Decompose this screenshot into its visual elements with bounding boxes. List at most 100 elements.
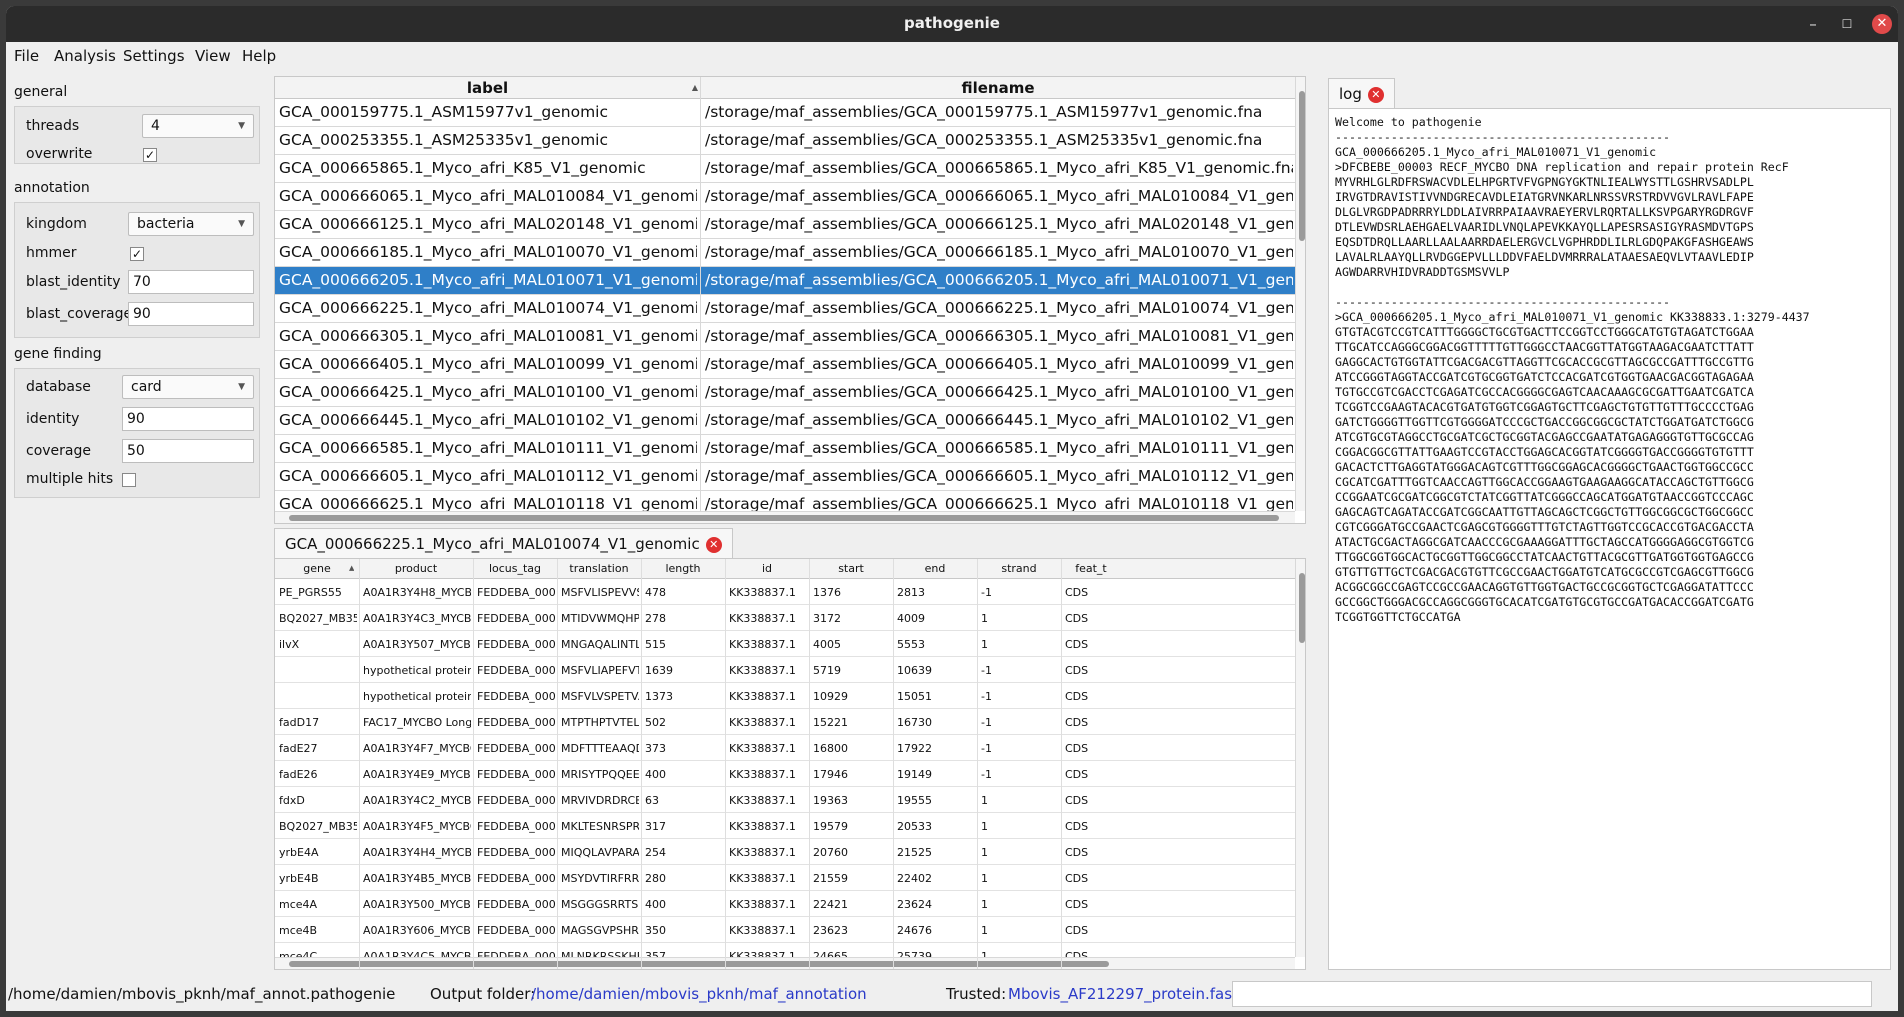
menu-view[interactable]: View — [195, 47, 231, 65]
feature-row[interactable]: mce4A A0A1R3Y500_MYCBO ... FEDDEBA_00013 MS… — [275, 891, 1295, 917]
chevron-down-icon: ▼ — [238, 219, 245, 229]
feature-cell-end: 19149 — [897, 768, 932, 781]
feature-row[interactable]: hypothetical protein FEDDEBA_00004 MSFVLIA… — [275, 657, 1295, 683]
minimize-icon[interactable]: – — [1803, 14, 1823, 34]
feature-cell-translation: MSYDVTIRFRR... — [561, 872, 639, 885]
assembly-filename-cell: /storage/maf_assemblies/GCA_000666185.1_… — [705, 243, 1293, 261]
assembly-row[interactable]: GCA_000665865.1_Myco_afri_K85_V1_genomic… — [275, 155, 1295, 183]
database-select[interactable]: card ▼ — [122, 375, 254, 399]
menu-help[interactable]: Help — [242, 47, 276, 65]
identity-field[interactable]: 90 — [122, 407, 254, 431]
feature-cell-translation: MIQQLAVPARA... — [561, 846, 639, 859]
features-vertical-scrollbar[interactable] — [1295, 559, 1305, 957]
assembly-row[interactable]: GCA_000666185.1_Myco_afri_MAL010070_V1_g… — [275, 239, 1295, 267]
assembly-row[interactable]: GCA_000666585.1_Myco_afri_MAL010111_V1_g… — [275, 435, 1295, 463]
tab-log[interactable]: log ✕ — [1328, 78, 1395, 108]
assemblies-horizontal-scrollbar[interactable] — [275, 511, 1295, 523]
settings-panel: general threads 4 ▼ overwrite ✓ annotati… — [6, 70, 266, 970]
assembly-row[interactable]: GCA_000666445.1_Myco_afri_MAL010102_V1_g… — [275, 407, 1295, 435]
feature-cell-end: 2813 — [897, 586, 925, 599]
menu-analysis[interactable]: Analysis — [54, 47, 116, 65]
feature-row[interactable]: BQ2027_MB354... A0A1R3Y4C3_MYCBO ... FEDDE… — [275, 605, 1295, 631]
status-input[interactable] — [1232, 981, 1872, 1007]
blast-coverage-label: blast_coverage — [26, 306, 133, 322]
feature-cell-feat-t: CDS — [1065, 664, 1089, 677]
feature-cell-length: 515 — [645, 638, 666, 651]
maximize-icon[interactable]: ☐ — [1837, 14, 1857, 34]
label-column-header[interactable]: label — [275, 79, 700, 97]
trusted-label: Trusted: — [946, 985, 1007, 1003]
feature-cell-start: 10929 — [813, 690, 848, 703]
feature-cell-locus-tag: FEDDEBA_00009 — [477, 794, 555, 807]
feature-row[interactable]: mce4B A0A1R3Y606_MYCBO ... FEDDEBA_00014 MA… — [275, 917, 1295, 943]
assemblies-vertical-scrollbar[interactable] — [1295, 77, 1305, 511]
tab-annotation[interactable]: GCA_000666225.1_Myco_afri_MAL010074_V1_g… — [274, 528, 733, 558]
assembly-row[interactable]: GCA_000666425.1_Myco_afri_MAL010100_V1_g… — [275, 379, 1295, 407]
log-panel[interactable]: Welcome to pathogenie ------------------… — [1328, 108, 1891, 970]
feature-cell-feat-t: CDS — [1065, 820, 1089, 833]
blast-identity-field[interactable]: 70 — [128, 270, 254, 294]
scrollbar-thumb[interactable] — [1299, 573, 1305, 643]
feature-cell-start: 19363 — [813, 794, 848, 807]
overwrite-checkbox[interactable]: ✓ — [143, 148, 157, 162]
feature-cell-length: 1373 — [645, 690, 673, 703]
column-header-id[interactable]: id — [725, 562, 809, 575]
column-header-end[interactable]: end — [893, 562, 977, 575]
feature-cell-start: 22421 — [813, 898, 848, 911]
close-window-icon[interactable]: ✕ — [1872, 14, 1892, 34]
column-header-feat-t[interactable]: feat_t — [1061, 562, 1121, 575]
feature-row[interactable]: ilvX A0A1R3Y507_MYCBO ... FEDDEBA_00003 MNG… — [275, 631, 1295, 657]
assembly-row[interactable]: GCA_000666225.1_Myco_afri_MAL010074_V1_g… — [275, 295, 1295, 323]
multiple-hits-checkbox[interactable] — [122, 473, 136, 487]
feature-row[interactable]: yrbE4A A0A1R3Y4H4_MYCBO ... FEDDEBA_00011 M… — [275, 839, 1295, 865]
assembly-filename-cell: /storage/maf_assemblies/GCA_000253355.1_… — [705, 131, 1263, 149]
feature-cell-strand: 1 — [981, 794, 988, 807]
assembly-row[interactable]: GCA_000159775.1_ASM15977v1_genomic/stora… — [275, 99, 1295, 127]
column-header-translation[interactable]: translation — [557, 562, 641, 575]
feature-cell-product: A0A1R3Y4C3_MYCBO ... — [363, 612, 471, 625]
scrollbar-thumb[interactable] — [289, 961, 1109, 967]
menu-settings[interactable]: Settings — [123, 47, 185, 65]
assembly-row[interactable]: GCA_000666125.1_Myco_afri_MAL020148_V1_g… — [275, 211, 1295, 239]
feature-row[interactable]: yrbE4B A0A1R3Y4B5_MYCBO ... FEDDEBA_00012 M… — [275, 865, 1295, 891]
close-tab-icon[interactable]: ✕ — [705, 537, 722, 553]
scrollbar-thumb[interactable] — [289, 515, 1279, 521]
close-tab-icon[interactable]: ✕ — [1367, 87, 1384, 103]
filename-column-header[interactable]: filename — [701, 79, 1295, 97]
trusted-file-link[interactable]: Mbovis_AF212297_protein.fasta — [1008, 985, 1247, 1003]
feature-row[interactable]: hypothetical protein FEDDEBA_00005 MSFVLVS… — [275, 683, 1295, 709]
assembly-row[interactable]: GCA_000666405.1_Myco_afri_MAL010099_V1_g… — [275, 351, 1295, 379]
assembly-row[interactable]: GCA_000666605.1_Myco_afri_MAL010112_V1_g… — [275, 463, 1295, 491]
assembly-row[interactable]: GCA_000666305.1_Myco_afri_MAL010081_V1_g… — [275, 323, 1295, 351]
hmmer-checkbox[interactable]: ✓ — [130, 247, 144, 261]
feature-row[interactable]: fdxD A0A1R3Y4C2_MYCBO ... FEDDEBA_00009 MRV… — [275, 787, 1295, 813]
feature-row[interactable]: fadE27 A0A1R3Y4F7_MYCBO ... FEDDEBA_00007 M… — [275, 735, 1295, 761]
feature-row[interactable]: fadD17 FAC17_MYCBO Long-c... FEDDEBA_00006… — [275, 709, 1295, 735]
column-header-length[interactable]: length — [641, 562, 725, 575]
coverage-field[interactable]: 50 — [122, 439, 254, 463]
assembly-row[interactable]: GCA_000253355.1_ASM25335v1_genomic/stora… — [275, 127, 1295, 155]
kingdom-select[interactable]: bacteria ▼ — [128, 212, 254, 236]
column-header-start[interactable]: start — [809, 562, 893, 575]
blast-coverage-field[interactable]: 90 — [128, 302, 254, 326]
assembly-row[interactable]: GCA_000666205.1_Myco_afri_MAL010071_V1_g… — [275, 267, 1295, 295]
column-header-gene[interactable]: gene — [275, 562, 359, 575]
assembly-row[interactable]: GCA_000666065.1_Myco_afri_MAL010084_V1_g… — [275, 183, 1295, 211]
feature-row[interactable]: BQ2027_MB353... A0A1R3Y4F5_MYCBO ... FEDDE… — [275, 813, 1295, 839]
column-header-product[interactable]: product — [359, 562, 473, 575]
output-folder-link[interactable]: /home/damien/mbovis_pknh/maf_annotation — [531, 985, 867, 1003]
feature-cell-locus-tag: FEDDEBA_00008 — [477, 768, 555, 781]
feature-row[interactable]: fadE26 A0A1R3Y4E9_MYCBO ... FEDDEBA_00008 M… — [275, 761, 1295, 787]
feature-cell-end: 24676 — [897, 924, 932, 937]
column-header-locus-tag[interactable]: locus_tag — [473, 562, 557, 575]
feature-row[interactable]: PE_PGRS55 A0A1R3Y4H8_MYCBO ... FEDDEBA_000… — [275, 579, 1295, 605]
features-horizontal-scrollbar[interactable] — [275, 957, 1295, 969]
feature-cell-strand: 1 — [981, 820, 988, 833]
menu-file[interactable]: File — [14, 47, 39, 65]
scrollbar-thumb[interactable] — [1299, 91, 1305, 241]
features-table: gene product locus_tag translation length id s… — [274, 558, 1306, 970]
feature-cell-length: 502 — [645, 716, 666, 729]
threads-select[interactable]: 4 ▼ — [142, 114, 254, 138]
feature-cell-id: KK338837.1 — [729, 924, 796, 937]
column-header-strand[interactable]: strand — [977, 562, 1061, 575]
